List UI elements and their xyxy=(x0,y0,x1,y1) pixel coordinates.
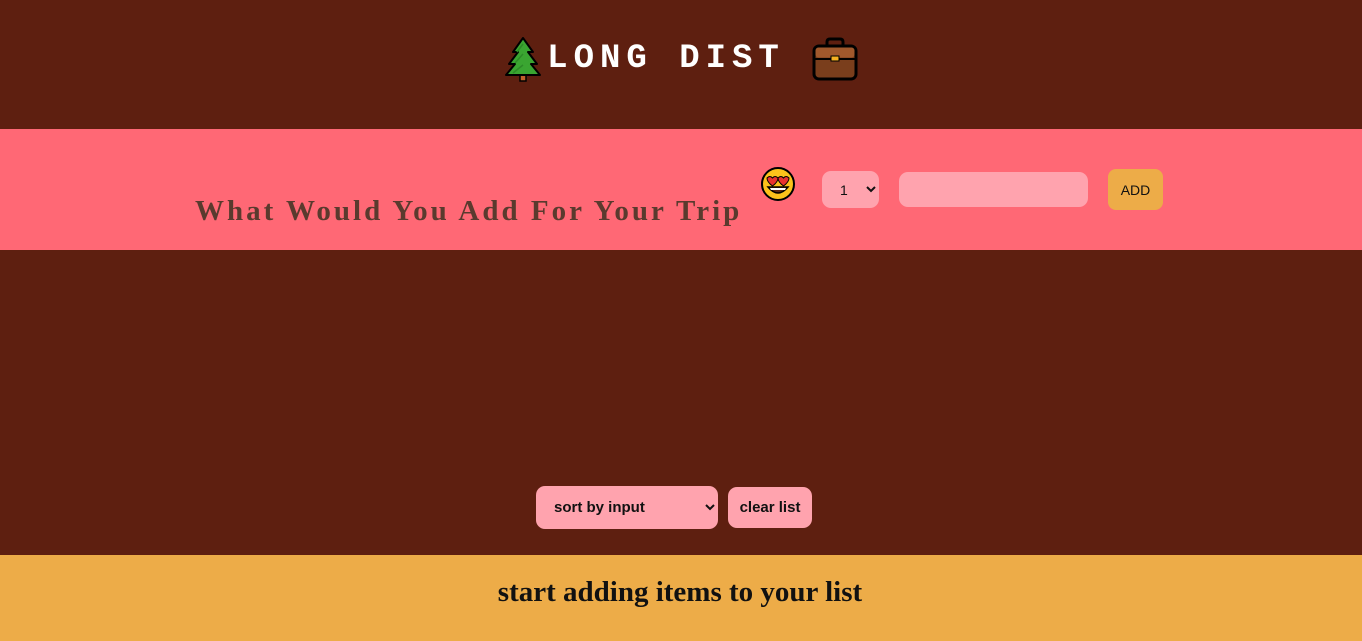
briefcase-icon xyxy=(811,37,859,81)
evergreen-tree-icon xyxy=(503,36,543,82)
heart-eyes-face-icon xyxy=(759,166,797,202)
form-question: What Would You Add For Your Trip xyxy=(195,195,743,227)
stats-text: start adding items to your list xyxy=(497,575,863,608)
sort-select[interactable]: sort by input xyxy=(536,486,718,529)
header-logo: LONG DIST xyxy=(503,36,859,82)
app-header: LONG DIST xyxy=(0,0,1362,129)
add-button[interactable]: ADD xyxy=(1108,169,1163,210)
quantity-select[interactable]: 12345678910 xyxy=(822,171,879,208)
clear-list-button[interactable]: clear list xyxy=(728,487,812,528)
stats-footer: start adding items to your list xyxy=(0,555,1362,641)
item-name-input[interactable] xyxy=(899,172,1088,207)
app-root: LONG DIST What Would You Add For Your Tr… xyxy=(0,0,1362,641)
app-title: LONG DIST xyxy=(547,39,785,78)
